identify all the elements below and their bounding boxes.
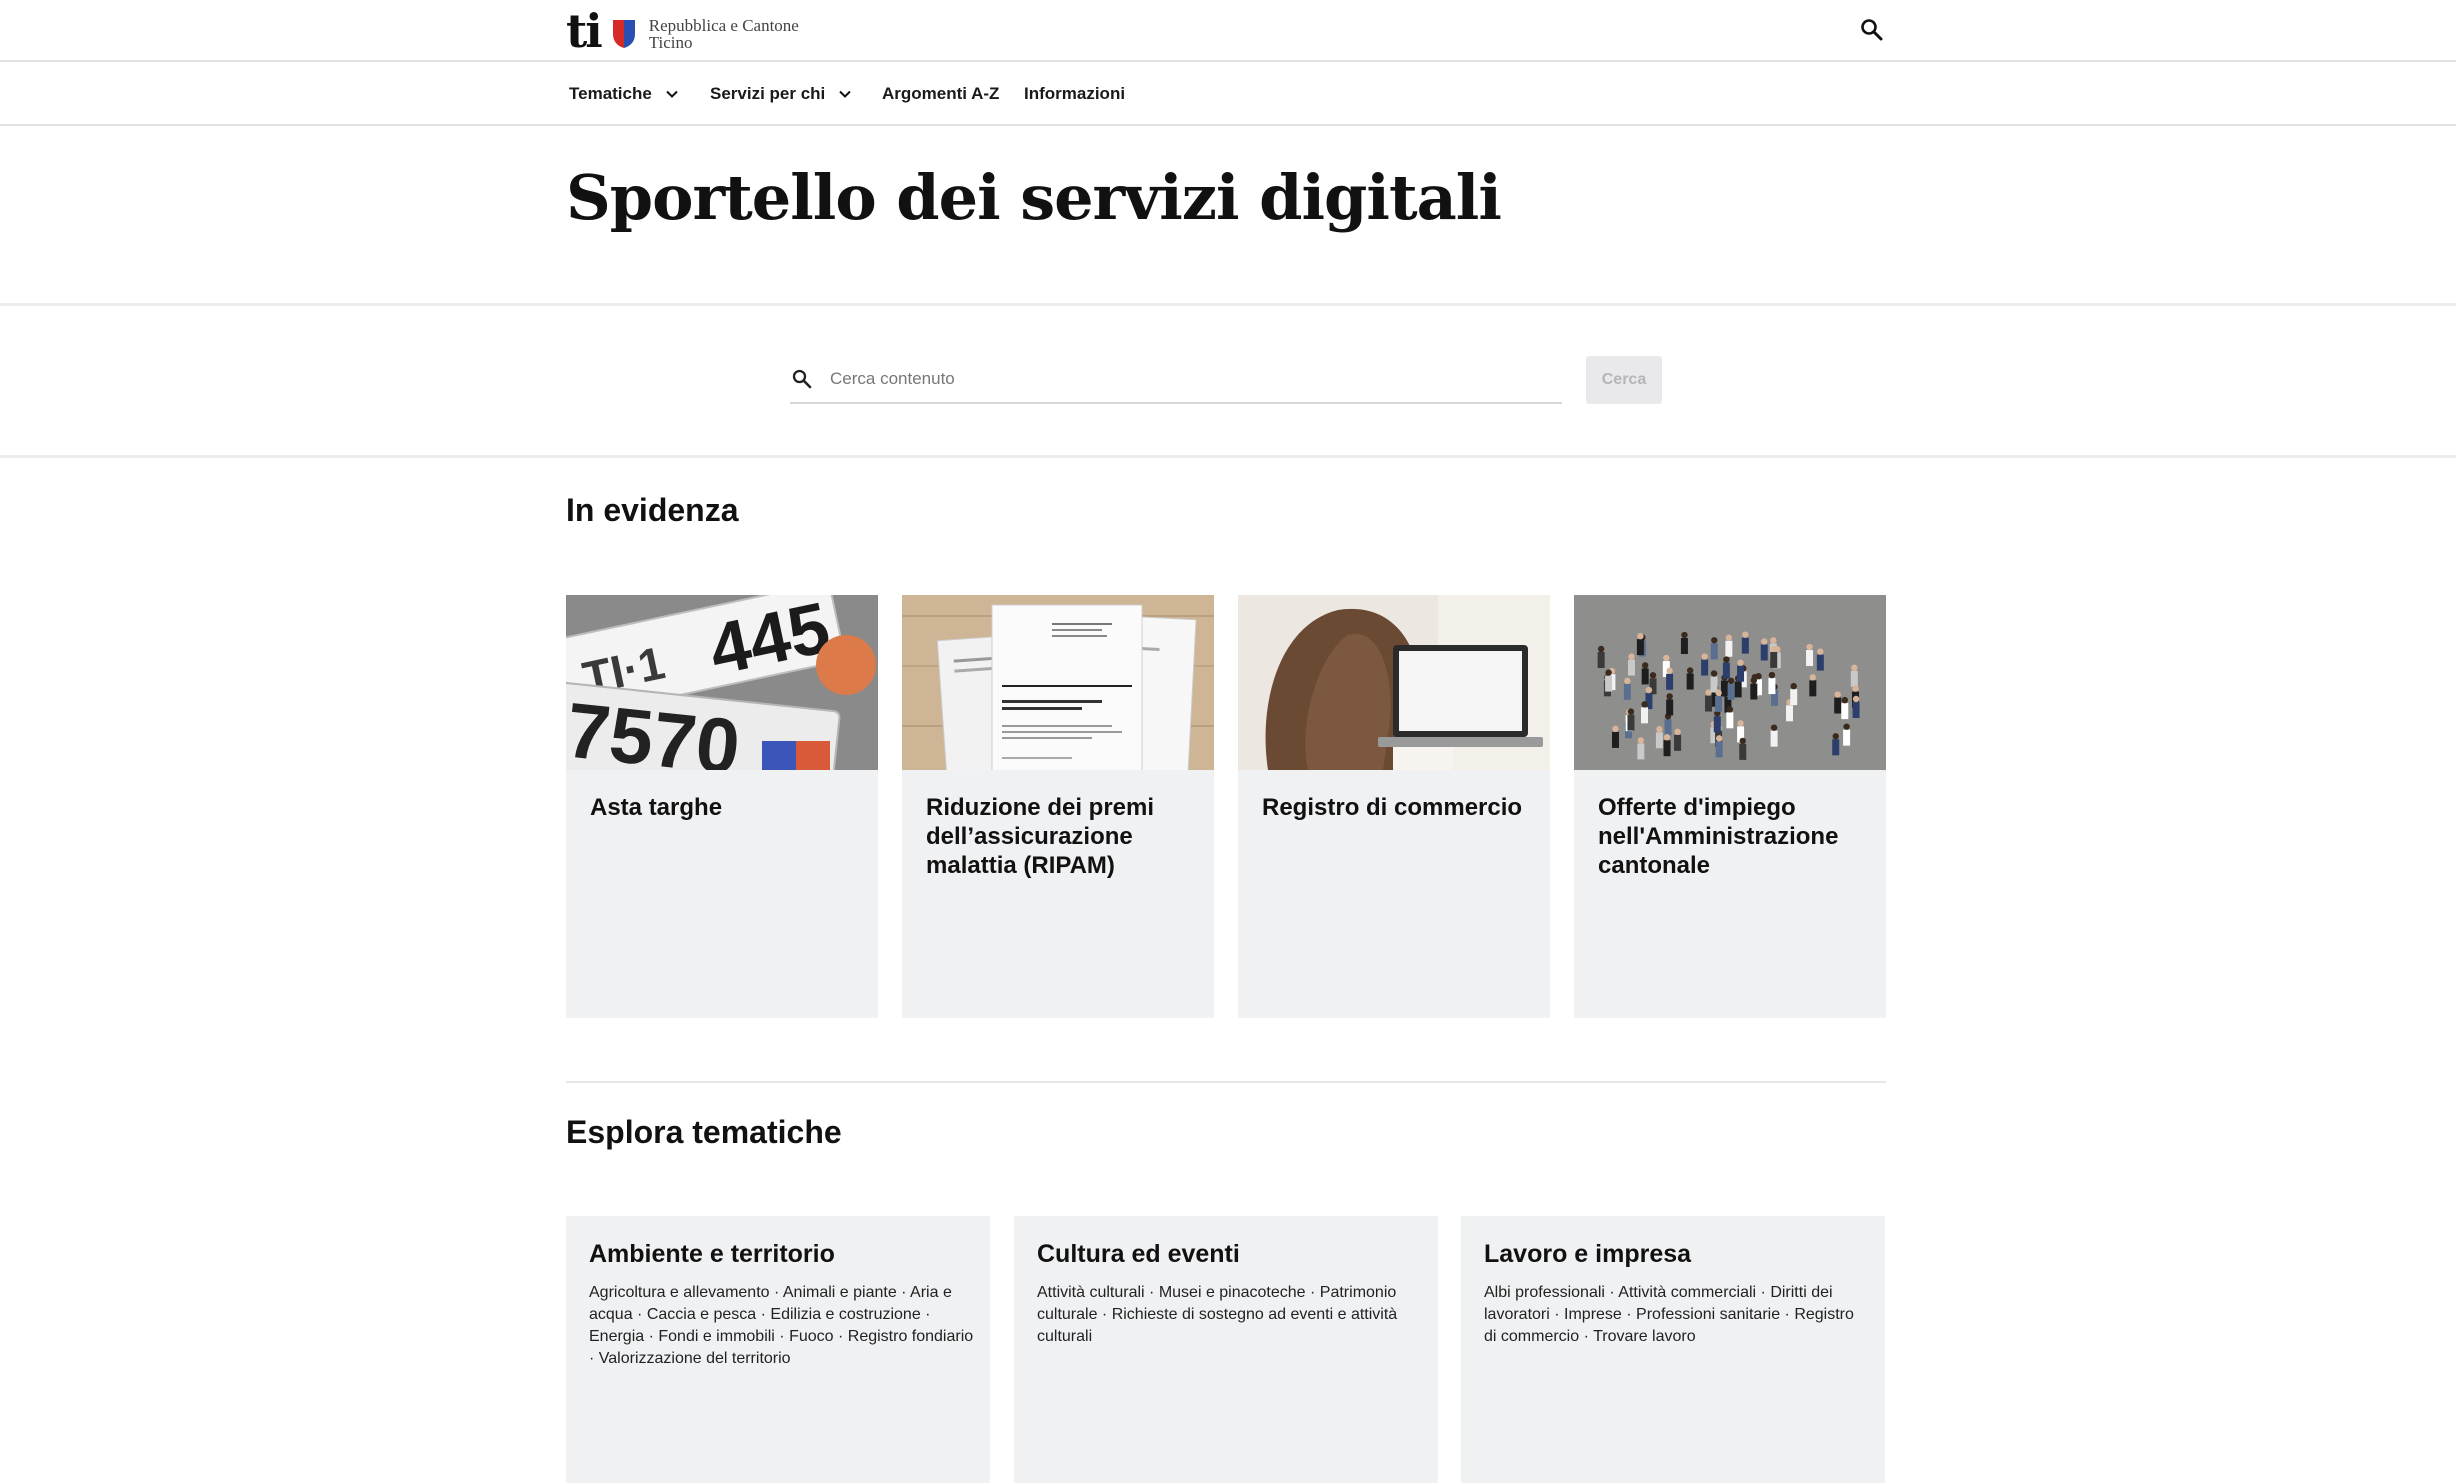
topic-description: Albi professionali · Attività commercial…	[1484, 1284, 1854, 1345]
section-heading-topics: Esplora tematiche	[566, 1114, 842, 1150]
topic-card-ambiente-e-territorio[interactable]: Ambiente e territorio Agricoltura e alle…	[566, 1216, 990, 1483]
card-title: Offerte d'impiego nell'Amministrazione c…	[1598, 794, 1839, 879]
topic-description: Attività culturali · Musei e pinacoteche…	[1037, 1284, 1398, 1345]
main-navigation: Tematiche Servizi per chi Argomenti A-Z …	[0, 62, 2456, 126]
search-input[interactable]	[830, 359, 1530, 399]
nav-item-label: Informazioni	[1024, 84, 1126, 103]
chevron-down-icon	[666, 90, 678, 98]
search-icon[interactable]	[1858, 16, 1886, 44]
search-band: Cerca	[0, 306, 2456, 458]
logo-mark: ti	[566, 4, 603, 58]
top-bar: ti Repubblica e Cantone Ticino	[0, 0, 2456, 62]
section-heading-featured: In evidenza	[566, 492, 739, 528]
topic-title: Lavoro e impresa	[1484, 1240, 1692, 1268]
nav-item-argomenti-a-z[interactable]: Argomenti A-Z	[882, 62, 999, 126]
nav-item-label: Tematiche	[569, 84, 652, 103]
nav-item-tematiche[interactable]: Tematiche	[569, 62, 680, 126]
site-logo[interactable]: ti Repubblica e Cantone Ticino	[566, 6, 799, 56]
search-field[interactable]	[790, 356, 1562, 404]
search-button[interactable]: Cerca	[1586, 356, 1662, 404]
featured-card-ripam[interactable]: Riduzione dei premi dell’assicurazione m…	[902, 595, 1214, 1018]
nav-item-servizi-per-chi[interactable]: Servizi per chi	[710, 62, 853, 126]
woman-laptop-photo	[1238, 595, 1550, 770]
topic-title: Cultura ed eventi	[1037, 1240, 1240, 1268]
topic-card-cultura-ed-eventi[interactable]: Cultura ed eventi Attività culturali · M…	[1014, 1216, 1438, 1483]
page-title: Sportello dei servizi digitali	[566, 161, 1502, 234]
nav-item-informazioni[interactable]: Informazioni	[1024, 62, 1125, 126]
logo-line-1: Repubblica e Cantone	[648, 16, 799, 35]
card-title: Asta targhe	[590, 794, 723, 821]
license-plates-photo: 445 TI·1 7570	[566, 595, 878, 770]
logo-text: Repubblica e Cantone Ticino	[649, 17, 799, 51]
documents-photo	[902, 595, 1214, 770]
topic-description: Agricoltura e allevamento · Animali e pi…	[589, 1284, 974, 1367]
chevron-down-icon	[839, 90, 851, 98]
featured-card-registro-di-commercio[interactable]: Registro di commercio	[1238, 595, 1550, 1018]
card-title: Registro di commercio	[1262, 794, 1523, 821]
section-divider	[566, 1081, 1886, 1083]
featured-card-asta-targhe[interactable]: 445 TI·1 7570 Asta targhe	[566, 595, 878, 1018]
card-title: Riduzione dei premi dell’assicurazione m…	[926, 794, 1155, 879]
featured-card-offerte-impiego[interactable]: Offerte d'impiego nell'Amministrazione c…	[1574, 595, 1886, 1018]
ticino-shield-icon	[612, 20, 635, 48]
topic-card-lavoro-e-impresa[interactable]: Lavoro e impresa Albi professionali · At…	[1461, 1216, 1885, 1483]
group-photo	[1574, 595, 1886, 770]
title-band: Sportello dei servizi digitali	[0, 126, 2456, 306]
topic-title: Ambiente e territorio	[589, 1240, 835, 1268]
logo-line-2: Ticino	[648, 33, 693, 52]
nav-item-label: Servizi per chi	[710, 84, 826, 103]
search-icon	[792, 369, 812, 389]
nav-item-label: Argomenti A-Z	[882, 84, 1000, 103]
